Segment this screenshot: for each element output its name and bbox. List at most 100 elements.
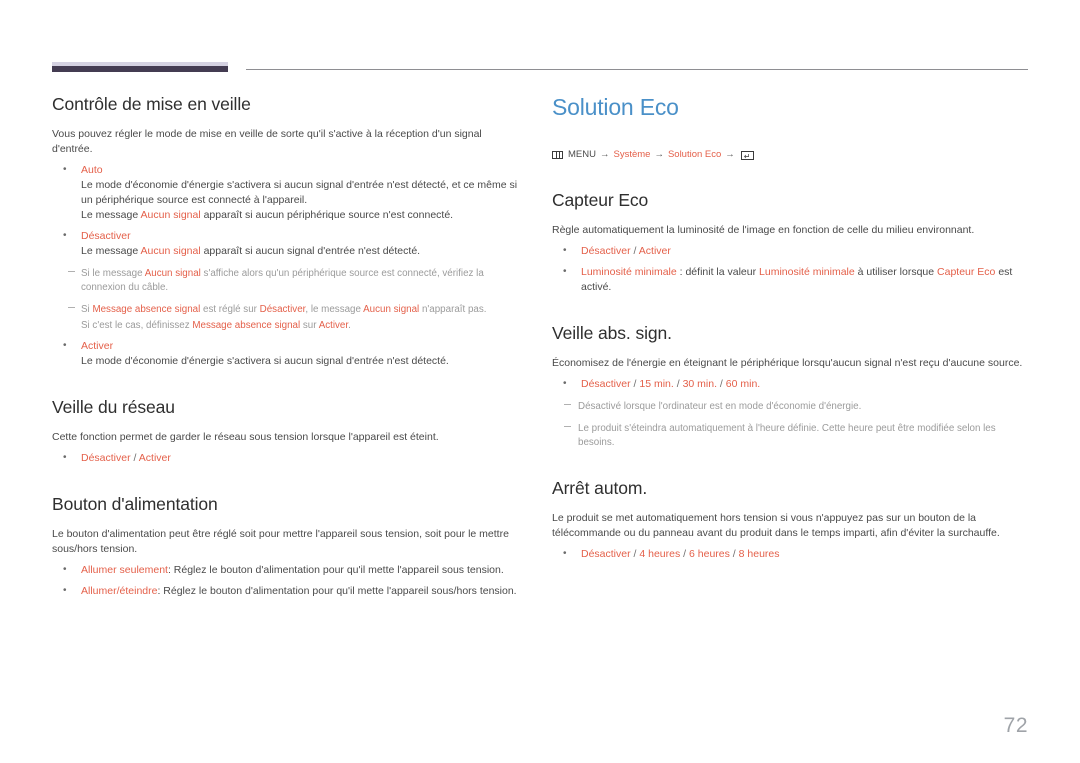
option-desc-auto-line2: Le message Aucun signal apparaît si aucu… (81, 208, 522, 223)
text-accent-luminosite-minimale: Luminosité minimale (759, 266, 855, 278)
menu-icon (552, 151, 563, 159)
intro-veille-du-reseau: Cette fonction permet de garder le résea… (52, 431, 439, 443)
note-sub-line: Si c'est le cas, définissez Message abse… (81, 319, 522, 333)
breadcrumb-item-systeme[interactable]: Système (613, 148, 650, 162)
heading-veille-du-reseau: Veille du réseau (52, 397, 175, 417)
text-fragment: n'apparaît pas. (419, 304, 487, 315)
text-fragment: est réglé sur (200, 304, 260, 315)
enter-key-icon: ↵ (740, 150, 754, 161)
option-separator: / (729, 548, 739, 560)
text-fragment: Si (81, 304, 93, 315)
option-separator: / (673, 378, 683, 390)
text-fragment: à utiliser lorsque (854, 266, 938, 278)
option-label-allumer-eteindre: Allumer/éteindre (81, 585, 158, 597)
breadcrumb-menu-label: MENU (568, 149, 596, 160)
list-item-desactiver: Désactiver Le message Aucun signal appar… (52, 228, 522, 259)
list-item-veille-reseau-options: Désactiver / Activer (52, 450, 522, 466)
text-fragment: Si c'est le cas, définissez (81, 320, 193, 331)
option-60-min: 60 min. (725, 378, 761, 390)
option-30-min: 30 min. (682, 378, 718, 390)
manual-page: Contrôle de mise en veille Vous pouvez r… (0, 0, 1080, 763)
text-accent-activer: Activer (318, 320, 349, 331)
option-activer: Activer (638, 245, 671, 257)
text-fragment: apparaît si aucun périphérique source n'… (200, 209, 454, 221)
text-accent-aucun-signal: Aucun signal (140, 209, 201, 221)
text-fragment: Si le message (81, 268, 145, 279)
text-accent-desactiver: Désactiver (259, 304, 306, 315)
option-desactiver: Désactiver (581, 378, 631, 390)
text-accent-aucun-signal: Aucun signal (140, 245, 201, 257)
text-fragment: Le message (81, 209, 141, 221)
text-accent-message-absence-signal: Message absence signal (92, 304, 201, 315)
option-separator: / (717, 378, 726, 390)
option-desc-desactiver: Le message Aucun signal apparaît si aucu… (81, 244, 522, 259)
text-fragment: apparaît si aucun signal d'entrée n'est … (200, 245, 421, 257)
list-controle-options: Auto Le mode d'économie d'énergie s'acti… (52, 162, 522, 259)
text-accent-message-absence-signal: Message absence signal (192, 320, 301, 331)
header-rule-thin-line (246, 69, 1028, 70)
heading-veille-abs-sign: Veille abs. sign. (552, 323, 672, 343)
option-label-desactiver: Désactiver (81, 230, 131, 242)
list-item-arret-autom-options: Désactiver / 4 heures / 6 heures / 8 heu… (552, 546, 1030, 562)
option-desc-allumer-seulement: : Réglez le bouton d'alimentation pour q… (167, 564, 504, 576)
option-label-auto: Auto (81, 164, 103, 176)
text-fragment: Le message (81, 245, 141, 257)
intro-arret-autom: Le produit se met automatiquement hors t… (552, 512, 1000, 539)
page-title: Solution Eco (552, 94, 679, 120)
text-accent-aucun-signal: Aucun signal (363, 304, 420, 315)
list-item-allumer-seulement: Allumer seulement: Réglez le bouton d'al… (52, 562, 522, 578)
intro-controle-mise-en-veille: Vous pouvez régler le mode de mise en ve… (52, 128, 482, 155)
heading-controle-mise-en-veille: Contrôle de mise en veille (52, 94, 251, 114)
left-column: Contrôle de mise en veille Vous pouvez r… (52, 92, 522, 599)
breadcrumb: MENU → Système → Solution Eco → ↵ (552, 148, 1030, 162)
option-separator: / (680, 548, 690, 560)
enter-key-glyph: ↵ (743, 151, 751, 161)
option-separator: / (130, 452, 139, 464)
list-item-allumer-eteindre: Allumer/éteindre: Réglez le bouton d'ali… (52, 583, 522, 599)
text-accent-capteur-eco: Capteur Eco (937, 266, 996, 278)
list-item-capteur-eco-toggle: Désactiver / Activer (552, 243, 1030, 259)
list-arret-autom-options: Désactiver / 4 heures / 6 heures / 8 heu… (552, 546, 1030, 562)
option-8-heures: 8 heures (738, 548, 780, 560)
option-desactiver: Désactiver (81, 452, 131, 464)
option-desactiver: Désactiver (581, 245, 631, 257)
option-desc-auto-line1: Le mode d'économie d'énergie s'activera … (81, 179, 518, 206)
option-label-activer: Activer (81, 340, 114, 352)
heading-bouton-alimentation: Bouton d'alimentation (52, 494, 218, 514)
option-6-heures: 6 heures (689, 548, 730, 560)
intro-bouton-alimentation: Le bouton d'alimentation peut être réglé… (52, 528, 509, 555)
note-veille-abs-sign-1: Désactivé lorsque l'ordinateur est en mo… (552, 400, 1030, 414)
header-rule (52, 62, 1028, 74)
list-item-veille-abs-sign-options: Désactiver / 15 min. / 30 min. / 60 min. (552, 376, 1030, 392)
page-number: 72 (1003, 714, 1028, 737)
list-controle-options-2: Activer Le mode d'économie d'énergie s'a… (52, 338, 522, 369)
option-desc-allumer-eteindre: : Réglez le bouton d'alimentation pour q… (157, 585, 517, 597)
heading-capteur-eco: Capteur Eco (552, 190, 649, 210)
option-label-luminosite-minimale: Luminosité minimale (581, 266, 677, 278)
note-veille-abs-sign-2: Le produit s'éteindra automatiquement à … (552, 422, 1030, 450)
list-item-luminosite-minimale: Luminosité minimale : définit la valeur … (552, 264, 1030, 295)
list-item-activer: Activer Le mode d'économie d'énergie s'a… (52, 338, 522, 369)
list-veille-abs-sign-options: Désactiver / 15 min. / 30 min. / 60 min. (552, 376, 1030, 392)
note-message-absence-signal: Si Message absence signal est réglé sur … (52, 303, 522, 333)
heading-arret-autom: Arrêt autom. (552, 478, 648, 498)
text-fragment: . (348, 320, 351, 331)
option-activer: Activer (138, 452, 171, 464)
arrow-icon: → (599, 149, 610, 160)
header-rule-dark-bar (52, 66, 228, 72)
intro-capteur-eco: Règle automatiquement la luminosité de l… (552, 224, 975, 236)
breadcrumb-item-solution-eco[interactable]: Solution Eco (668, 148, 721, 162)
list-item-auto: Auto Le mode d'économie d'énergie s'acti… (52, 162, 522, 223)
list-veille-reseau-options: Désactiver / Activer (52, 450, 522, 466)
text-fragment: : définit la valeur (676, 266, 760, 278)
arrow-icon: → (654, 149, 664, 160)
option-desc-activer: Le mode d'économie d'énergie s'activera … (81, 355, 449, 367)
intro-veille-abs-sign: Économisez de l'énergie en éteignant le … (552, 357, 1023, 369)
note-cable-check: Si le message Aucun signal s'affiche alo… (52, 267, 522, 295)
text-accent-aucun-signal: Aucun signal (144, 268, 201, 279)
list-capteur-eco-options: Désactiver / Activer Luminosité minimale… (552, 243, 1030, 295)
right-column: Solution Eco MENU → Système → Solution E… (552, 92, 1030, 562)
option-desactiver: Désactiver (581, 548, 631, 560)
option-15-min: 15 min. (639, 378, 674, 390)
text-fragment: sur (300, 320, 319, 331)
